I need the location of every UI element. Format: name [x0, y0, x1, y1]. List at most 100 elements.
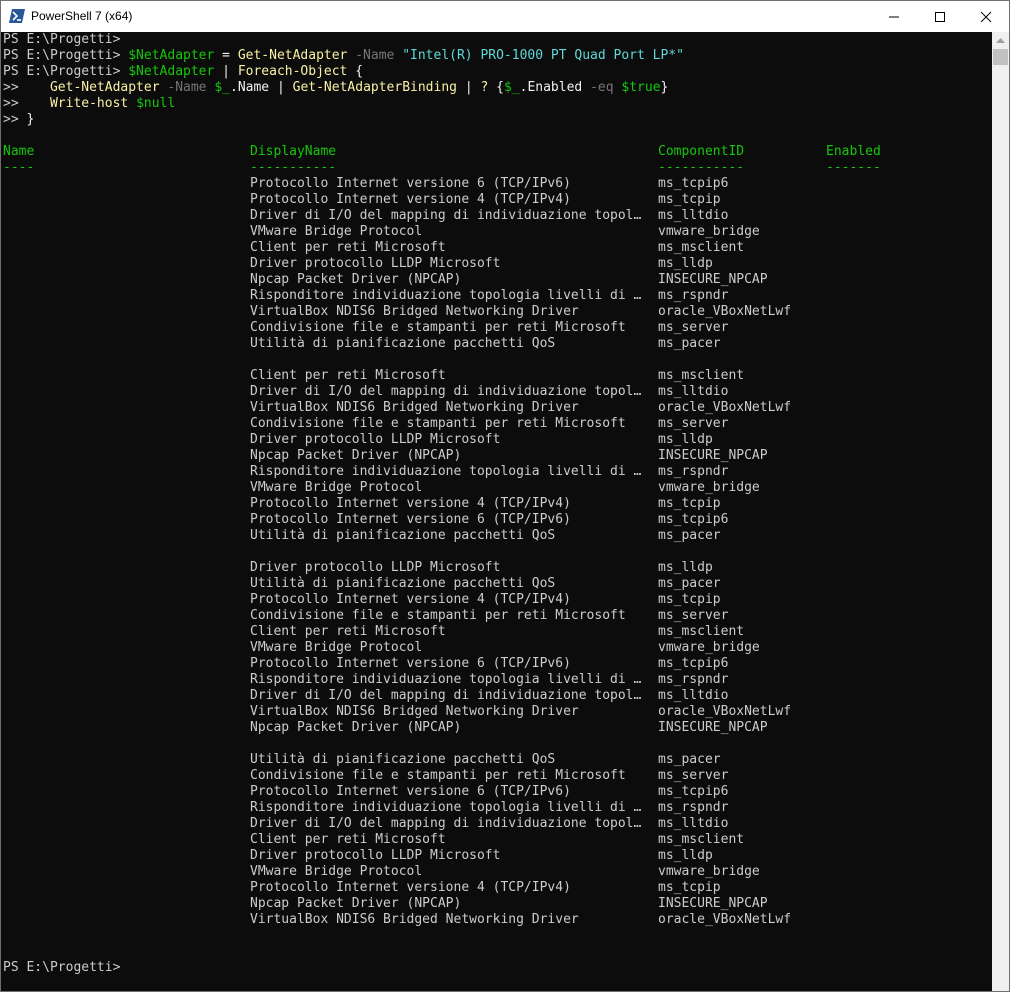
cell-displayname: Client per reti Microsoft: [250, 624, 446, 639]
cmdlet-token: Get-NetAdapter: [237, 48, 348, 63]
variable-token: $NetAdapter: [128, 64, 215, 79]
maximize-button[interactable]: [917, 1, 963, 32]
cell-componentid: vmware_bridge: [658, 480, 760, 495]
scrollbar-thumb[interactable]: [993, 49, 1008, 65]
cell-componentid: ms_msclient: [658, 240, 745, 255]
prompt-path: E:\Progetti>: [26, 32, 121, 47]
cell-displayname: VMware Bridge Protocol: [250, 480, 423, 495]
cell-displayname: VirtualBox NDIS6 Bridged Networking Driv…: [250, 304, 579, 319]
cell-componentid: ms_tcpip: [658, 880, 721, 895]
cell-componentid: ms_server: [658, 416, 729, 431]
underline-enabled: -------: [826, 160, 881, 175]
cell-componentid: ms_lltdio: [658, 816, 729, 831]
powershell-window: PowerShell 7 (x64) PS E:\Progetti> PS E:…: [0, 0, 1010, 992]
cell-displayname: Risponditore individuazione topologia li…: [250, 288, 642, 303]
brace-token: }: [26, 112, 35, 127]
prompt-ps: PS: [3, 32, 19, 47]
cell-displayname: Driver di I/O del mapping di individuazi…: [250, 384, 642, 399]
scroll-up-button[interactable]: [992, 32, 1009, 49]
header-name: Name: [3, 144, 35, 159]
cmdlet-token: ?: [480, 80, 489, 95]
close-button[interactable]: [963, 1, 1009, 32]
cell-displayname: Utilità di pianificazione pacchetti QoS: [250, 752, 556, 767]
continuation-prompt: >>: [3, 96, 19, 111]
operator-token: =: [222, 48, 230, 63]
cell-displayname: Utilità di pianificazione pacchetti QoS: [250, 528, 556, 543]
command-line: PS E:\Progetti> $NetAdapter | Foreach-Ob…: [3, 64, 363, 80]
prompt-ps: PS: [3, 48, 19, 63]
terminal-output[interactable]: PS E:\Progetti> PS E:\Progetti> $NetAdap…: [1, 32, 993, 991]
minimize-icon: [889, 16, 899, 18]
cell-componentid: ms_lltdio: [658, 208, 729, 223]
cell-componentid: vmware_bridge: [658, 640, 760, 655]
cell-componentid: oracle_VBoxNetLwf: [658, 912, 792, 927]
cell-componentid: ms_tcpip: [658, 592, 721, 607]
cell-componentid: ms_pacer: [658, 752, 721, 767]
cell-displayname: Protocollo Internet versione 6 (TCP/IPv6…: [250, 176, 571, 191]
cmdlet-token: Get-NetAdapterBinding: [292, 80, 457, 95]
parameter-token: -Name: [167, 80, 207, 95]
maximize-icon: [935, 12, 945, 22]
cell-displayname: VMware Bridge Protocol: [250, 864, 423, 879]
command-line: PS E:\Progetti> $NetAdapter = Get-NetAda…: [3, 48, 684, 64]
variable-token: $_: [503, 80, 520, 95]
cell-componentid: ms_pacer: [658, 576, 721, 591]
operator-token: -eq: [590, 80, 614, 95]
cmdlet-token: Get-NetAdapter: [49, 80, 160, 95]
cell-displayname: Condivisione file e stampanti per reti M…: [250, 320, 626, 335]
underline-displayname: -----------: [250, 160, 337, 175]
cell-componentid: ms_msclient: [658, 832, 745, 847]
variable-token: $NetAdapter: [128, 48, 215, 63]
cell-displayname: Utilità di pianificazione pacchetti QoS: [250, 336, 556, 351]
close-icon: [980, 11, 992, 23]
underline-componentid: -----------: [658, 160, 745, 175]
cell-displayname: Protocollo Internet versione 4 (TCP/IPv4…: [250, 880, 571, 895]
cell-componentid: vmware_bridge: [658, 224, 760, 239]
cell-displayname: Driver di I/O del mapping di individuazi…: [250, 688, 642, 703]
cell-componentid: ms_server: [658, 768, 729, 783]
variable-token: $null: [136, 96, 176, 111]
cell-displayname: Client per reti Microsoft: [250, 240, 446, 255]
cell-displayname: Npcap Packet Driver (NPCAP): [250, 272, 462, 287]
cell-displayname: VirtualBox NDIS6 Bridged Networking Driv…: [250, 912, 579, 927]
prompt-line-final[interactable]: PS E:\Progetti>: [3, 960, 120, 976]
cell-displayname: Driver di I/O del mapping di individuazi…: [250, 816, 642, 831]
parameter-token: -Name: [355, 48, 395, 63]
cell-componentid: ms_msclient: [658, 624, 745, 639]
cmdlet-token: Write-host: [49, 96, 129, 111]
cell-componentid: ms_rspndr: [658, 800, 729, 815]
prompt-path: E:\Progetti>: [26, 48, 121, 63]
cell-displayname: VMware Bridge Protocol: [250, 640, 423, 655]
cell-componentid: ms_tcpip: [658, 496, 721, 511]
cell-componentid: ms_lltdio: [658, 384, 729, 399]
cell-componentid: ms_tcpip6: [658, 656, 729, 671]
cell-displayname: Protocollo Internet versione 4 (TCP/IPv4…: [250, 496, 571, 511]
cell-displayname: Risponditore individuazione topologia li…: [250, 672, 642, 687]
cell-componentid: ms_rspndr: [658, 288, 729, 303]
cell-componentid: INSECURE_NPCAP: [658, 720, 768, 735]
title-bar[interactable]: PowerShell 7 (x64): [1, 1, 1009, 32]
continuation-prompt: >>: [3, 112, 19, 127]
cell-componentid: ms_rspndr: [658, 672, 729, 687]
brace-token: {: [496, 80, 504, 95]
cell-displayname: Condivisione file e stampanti per reti M…: [250, 608, 626, 623]
prompt-line: PS E:\Progetti>: [3, 32, 120, 48]
cell-componentid: ms_lldp: [658, 560, 713, 575]
cell-componentid: ms_tcpip6: [658, 176, 729, 191]
minimize-button[interactable]: [871, 1, 917, 32]
variable-token: $true: [621, 80, 661, 95]
cell-componentid: ms_tcpip6: [658, 512, 729, 527]
cell-displayname: Driver protocollo LLDP Microsoft: [250, 848, 501, 863]
cell-componentid: ms_server: [658, 320, 729, 335]
cell-displayname: VMware Bridge Protocol: [250, 224, 423, 239]
cell-componentid: oracle_VBoxNetLwf: [658, 704, 792, 719]
cell-displayname: Protocollo Internet versione 6 (TCP/IPv6…: [250, 784, 571, 799]
property-token: .Enabled: [519, 80, 583, 95]
cell-componentid: oracle_VBoxNetLwf: [658, 304, 792, 319]
cell-displayname: Driver di I/O del mapping di individuazi…: [250, 208, 642, 223]
cell-displayname: VirtualBox NDIS6 Bridged Networking Driv…: [250, 400, 579, 415]
cell-displayname: VirtualBox NDIS6 Bridged Networking Driv…: [250, 704, 579, 719]
cell-componentid: ms_lltdio: [658, 688, 729, 703]
cell-componentid: ms_pacer: [658, 336, 721, 351]
vertical-scrollbar[interactable]: [992, 32, 1009, 991]
